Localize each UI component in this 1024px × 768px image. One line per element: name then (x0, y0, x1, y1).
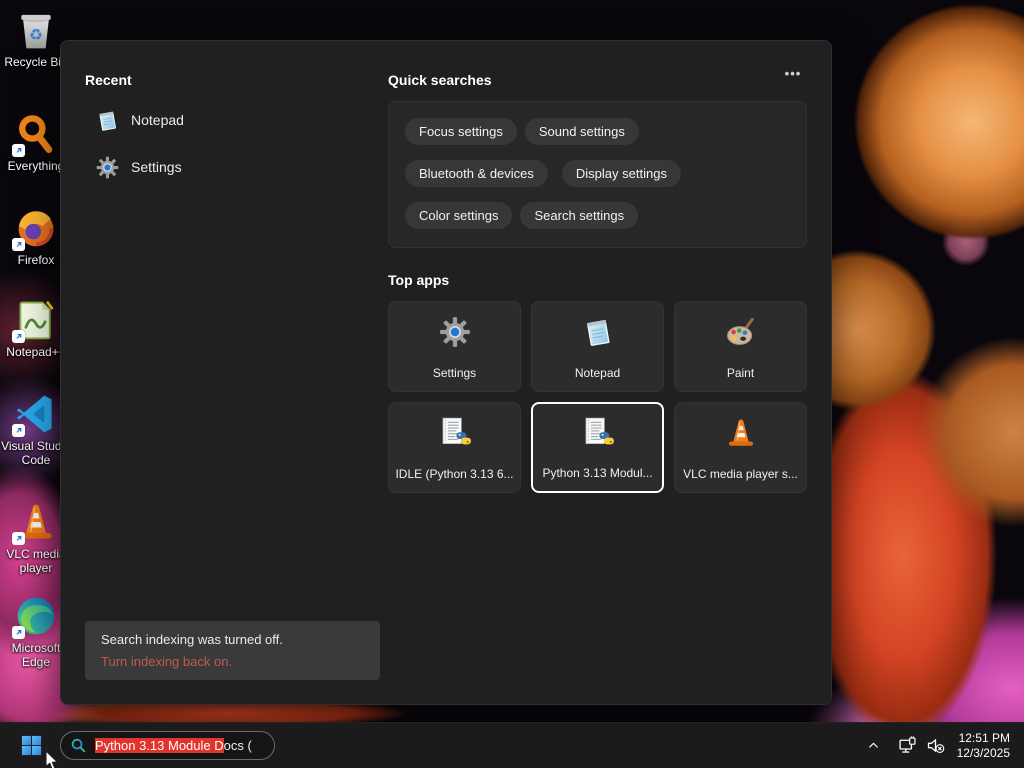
mouse-cursor (44, 750, 60, 768)
clock-date: 12/3/2025 (956, 745, 1010, 760)
volume-muted-icon (925, 735, 946, 756)
quick-search-pill-bluetooth-devices[interactable]: Bluetooth & devices (405, 160, 548, 187)
indexing-notice: Search indexing was turned off. Turn ind… (85, 621, 380, 680)
notepad-icon (581, 315, 615, 349)
top-app-tile-vlc-skinned[interactable]: VLC media player s... (674, 402, 807, 493)
top-app-tile-paint[interactable]: Paint (674, 301, 807, 392)
recent-item-label: Settings (131, 159, 182, 175)
shortcut-arrow-icon (12, 144, 25, 157)
turn-indexing-on-link[interactable]: Turn indexing back on. (101, 654, 364, 669)
windows-logo-icon (20, 734, 43, 757)
taskbar-search-box[interactable]: Python 3.13 Module D ocs ( (60, 731, 275, 760)
volume-tray-button[interactable] (923, 733, 949, 759)
shortcut-arrow-icon (12, 238, 25, 251)
quick-search-pill-display-settings[interactable]: Display settings (561, 160, 681, 187)
clock-time: 12:51 PM (958, 730, 1010, 745)
gear-icon (95, 155, 120, 180)
quick-search-pill-focus-settings[interactable]: Focus settings (405, 118, 517, 145)
recent-item-label: Notepad (131, 112, 184, 128)
shortcut-arrow-icon (12, 626, 25, 639)
tray-overflow-button[interactable] (861, 733, 887, 759)
top-app-tile-notepad[interactable]: Notepad (531, 301, 664, 392)
top-app-tile-settings[interactable]: Settings (388, 301, 521, 392)
recent-item-notepad[interactable]: Notepad (95, 107, 184, 133)
ethernet-network-icon (897, 735, 918, 756)
quick-searches-card: Focus settings Sound settings Bluetooth … (388, 101, 807, 248)
vlc-cone-icon (724, 416, 758, 450)
taskbar: Python 3.13 Module D ocs ( 12:51 PM 12/3… (0, 722, 1024, 768)
network-tray-button[interactable] (895, 733, 921, 759)
python-doc-icon (438, 416, 472, 450)
search-text-selected: Python 3.13 Module D (95, 738, 224, 753)
top-app-tile-idle-python[interactable]: IDLE (Python 3.13 6... (388, 402, 521, 493)
quick-searches-row: Bluetooth & devices Display settings (405, 160, 790, 187)
search-icon (70, 737, 87, 754)
quick-search-pill-sound-settings[interactable]: Sound settings (524, 118, 639, 145)
start-button[interactable] (20, 734, 43, 757)
shortcut-arrow-icon (12, 424, 25, 437)
recent-item-settings[interactable]: Settings (95, 154, 182, 180)
taskbar-clock[interactable]: 12:51 PM 12/3/2025 (957, 731, 1010, 761)
shortcut-arrow-icon (12, 330, 25, 343)
top-app-tile-python-module-docs[interactable]: Python 3.13 Modul... (531, 402, 664, 493)
windows-desktop: Recycle Bin Everything Firefox Notepad++… (0, 0, 1024, 768)
notepad-icon (95, 108, 120, 133)
paint-icon (724, 315, 758, 349)
more-options-button[interactable]: ••• (777, 65, 809, 82)
top-apps-grid: Settings Notepad Paint IDLE (Python 3.13… (388, 301, 807, 493)
top-apps-header: Top apps (388, 272, 450, 288)
quick-searches-header: Quick searches (388, 72, 492, 88)
python-doc-icon (581, 416, 615, 450)
gear-icon (438, 315, 472, 349)
quick-search-pill-search-settings[interactable]: Search settings (520, 202, 639, 229)
chevron-up-icon (866, 738, 881, 753)
quick-search-pill-color-settings[interactable]: Color settings (405, 202, 513, 229)
recent-header: Recent (85, 72, 132, 88)
quick-searches-row: Color settings Search settings (405, 202, 790, 229)
system-tray: 12:51 PM 12/3/2025 (861, 723, 1024, 768)
search-text-tail: ocs ( (223, 738, 252, 753)
quick-searches-row: Focus settings Sound settings (405, 118, 790, 145)
shortcut-arrow-icon (12, 532, 25, 545)
search-flyout-panel: Recent Notepad Settings Quick searches •… (60, 40, 832, 705)
indexing-notice-message: Search indexing was turned off. (101, 632, 283, 647)
recycle-bin-icon (14, 8, 58, 52)
